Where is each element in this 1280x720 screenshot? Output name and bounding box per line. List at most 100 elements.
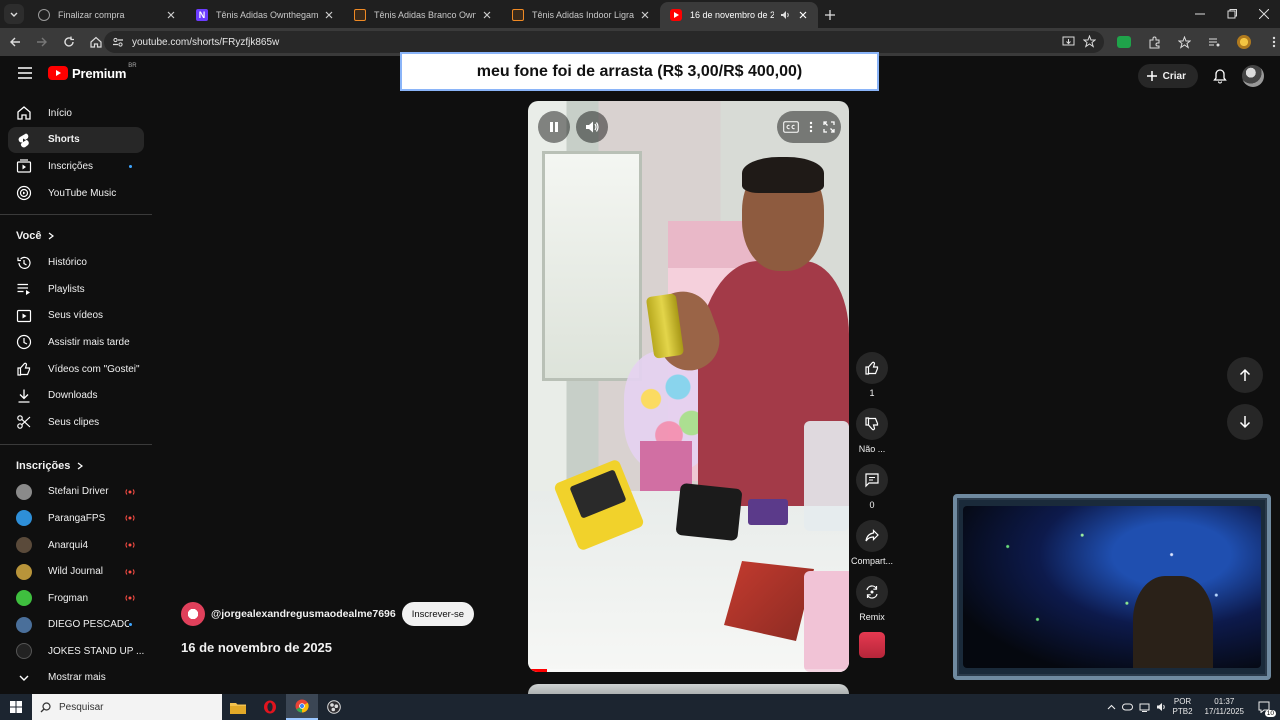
home-icon: [90, 36, 102, 48]
sidebar-channel-item[interactable]: JOKES STAND UP ...: [8, 638, 144, 665]
reload-button[interactable]: [57, 30, 81, 54]
previous-short-button[interactable]: [1227, 357, 1263, 393]
shorts-video-player[interactable]: [528, 101, 849, 672]
notification-center-button[interactable]: 10: [1254, 697, 1276, 717]
start-button[interactable]: [0, 694, 32, 720]
opera-app[interactable]: [254, 694, 286, 720]
sidebar-channel-item[interactable]: Wild Journal: [8, 558, 144, 585]
search-placeholder: Pesquisar: [59, 701, 104, 713]
youtube-premium-logo[interactable]: Premium BR: [48, 63, 137, 81]
close-window-button[interactable]: [1248, 0, 1280, 28]
network-icon[interactable]: [1139, 702, 1150, 712]
browser-menu-icon[interactable]: [1262, 30, 1280, 54]
tab-search-button[interactable]: [4, 4, 24, 24]
volume-button[interactable]: [576, 111, 608, 143]
chevron-up-icon[interactable]: [1107, 703, 1116, 712]
dislike-button[interactable]: [856, 408, 888, 440]
video-progress-bar[interactable]: [528, 669, 849, 672]
sidebar-channel-item[interactable]: Anarqui4: [8, 532, 144, 559]
sidebar-item-playlists[interactable]: Playlists: [8, 276, 144, 303]
file-explorer-app[interactable]: [222, 694, 254, 720]
bookmark-star-icon[interactable]: [1083, 35, 1096, 48]
close-tab-icon[interactable]: [164, 8, 178, 22]
comments-button[interactable]: [856, 464, 888, 496]
sidebar-item-watch-later[interactable]: Assistir mais tarde: [8, 329, 144, 356]
sidebar-subscriptions-header[interactable]: Inscrições: [8, 453, 144, 479]
restore-button[interactable]: [1216, 0, 1248, 28]
close-tab-icon[interactable]: [796, 8, 810, 22]
taskbar-search[interactable]: Pesquisar: [32, 694, 222, 720]
extension-badge-icon[interactable]: [1112, 30, 1136, 54]
video-scene-calculator: [804, 571, 849, 672]
address-bar[interactable]: youtube.com/shorts/FRyzfjk865w: [104, 31, 1104, 53]
profile-avatar[interactable]: [1232, 30, 1256, 54]
install-app-icon[interactable]: [1062, 35, 1075, 48]
create-label: Criar: [1162, 70, 1186, 82]
chrome-app[interactable]: [286, 694, 318, 720]
sidebar-item-downloads[interactable]: Downloads: [8, 382, 144, 409]
media-control-icon[interactable]: [1202, 30, 1226, 54]
pause-button[interactable]: [538, 111, 570, 143]
sidebar-item-your-clips[interactable]: Seus clipes: [8, 409, 144, 436]
logo-text: Premium: [72, 65, 127, 81]
arrow-right-icon: [37, 37, 47, 47]
close-tab-icon[interactable]: [480, 8, 494, 22]
browser-tab[interactable]: N Tênis Adidas Ownthegame 3.0: [186, 2, 344, 28]
new-tab-button[interactable]: [818, 4, 842, 26]
browser-tab[interactable]: Tênis Adidas Indoor Ligra 8 Ma: [502, 2, 660, 28]
live-icon: [125, 488, 135, 495]
sidebar-item-home[interactable]: Início: [8, 100, 144, 127]
close-tab-icon[interactable]: [638, 8, 652, 22]
sidebar-you-header[interactable]: Você: [8, 223, 144, 249]
browser-tab[interactable]: Finalizar compra: [28, 2, 186, 28]
more-options-button[interactable]: [809, 121, 813, 133]
sidebar-channel-item[interactable]: ParangaFPS: [8, 505, 144, 532]
forward-button[interactable]: [30, 30, 54, 54]
close-tab-icon[interactable]: [322, 8, 336, 22]
next-short-button[interactable]: [1227, 404, 1263, 440]
guide-menu-button[interactable]: [16, 64, 34, 82]
extensions-icon[interactable]: [1142, 30, 1166, 54]
sidebar-item-history[interactable]: Histórico: [8, 249, 144, 276]
sidebar-channel-item[interactable]: Stefani Driver: [8, 479, 144, 506]
minimize-button[interactable]: [1184, 0, 1216, 28]
input-language[interactable]: POR PTB2: [1173, 697, 1193, 717]
speaker-icon[interactable]: [1156, 702, 1167, 712]
subscribe-button[interactable]: Inscrever-se: [401, 602, 475, 626]
sidebar-item-label: Assistir mais tarde: [48, 336, 130, 348]
browser-tab-active[interactable]: 16 de novembro de 2025 -: [660, 2, 818, 28]
channel-avatar[interactable]: [181, 602, 205, 626]
sidebar-item-subscriptions[interactable]: Inscrições: [8, 153, 144, 180]
remix-button[interactable]: [856, 576, 888, 608]
sidebar-item-youtube-music[interactable]: YouTube Music: [8, 180, 144, 207]
site-info-icon[interactable]: [112, 36, 124, 48]
tab-title: Tênis Adidas Indoor Ligra 8 Ma: [532, 10, 634, 20]
browser-tab[interactable]: Tênis Adidas Branco Own the G: [344, 2, 502, 28]
sidebar-item-shorts[interactable]: Shorts: [8, 126, 144, 154]
fullscreen-button[interactable]: [823, 121, 835, 133]
back-button[interactable]: [3, 30, 27, 54]
audio-playing-icon[interactable]: [778, 8, 792, 22]
obs-app[interactable]: [318, 694, 350, 720]
show-more-button[interactable]: Mostrar mais: [8, 665, 144, 692]
system-tray: POR PTB2 01:37 17/11/2025 10: [1107, 694, 1280, 720]
notifications-button[interactable]: [1212, 68, 1228, 84]
sidebar-item-liked-videos[interactable]: Vídeos com "Gostei": [8, 356, 144, 383]
channel-name: JOKES STAND UP ...: [48, 645, 144, 657]
sound-thumbnail[interactable]: [859, 632, 885, 658]
your-videos-icon: [16, 308, 32, 324]
like-button[interactable]: [856, 352, 888, 384]
gamepad-icon[interactable]: [1121, 702, 1133, 712]
opera-icon: [264, 700, 276, 714]
sidebar-item-label: Shorts: [48, 134, 80, 146]
favorites-icon[interactable]: [1172, 30, 1196, 54]
clock[interactable]: 01:37 17/11/2025: [1205, 697, 1244, 717]
sidebar-channel-item[interactable]: DIEGO PESCADO...: [8, 612, 144, 639]
captions-button[interactable]: [783, 121, 799, 133]
share-button[interactable]: [856, 520, 888, 552]
channel-handle[interactable]: @jorgealexandregusmaodealme7696: [211, 608, 396, 620]
sidebar-channel-item[interactable]: Frogman: [8, 585, 144, 612]
account-avatar[interactable]: [1242, 65, 1264, 87]
sidebar-item-your-videos[interactable]: Seus vídeos: [8, 303, 144, 330]
create-button[interactable]: Criar: [1137, 64, 1198, 88]
